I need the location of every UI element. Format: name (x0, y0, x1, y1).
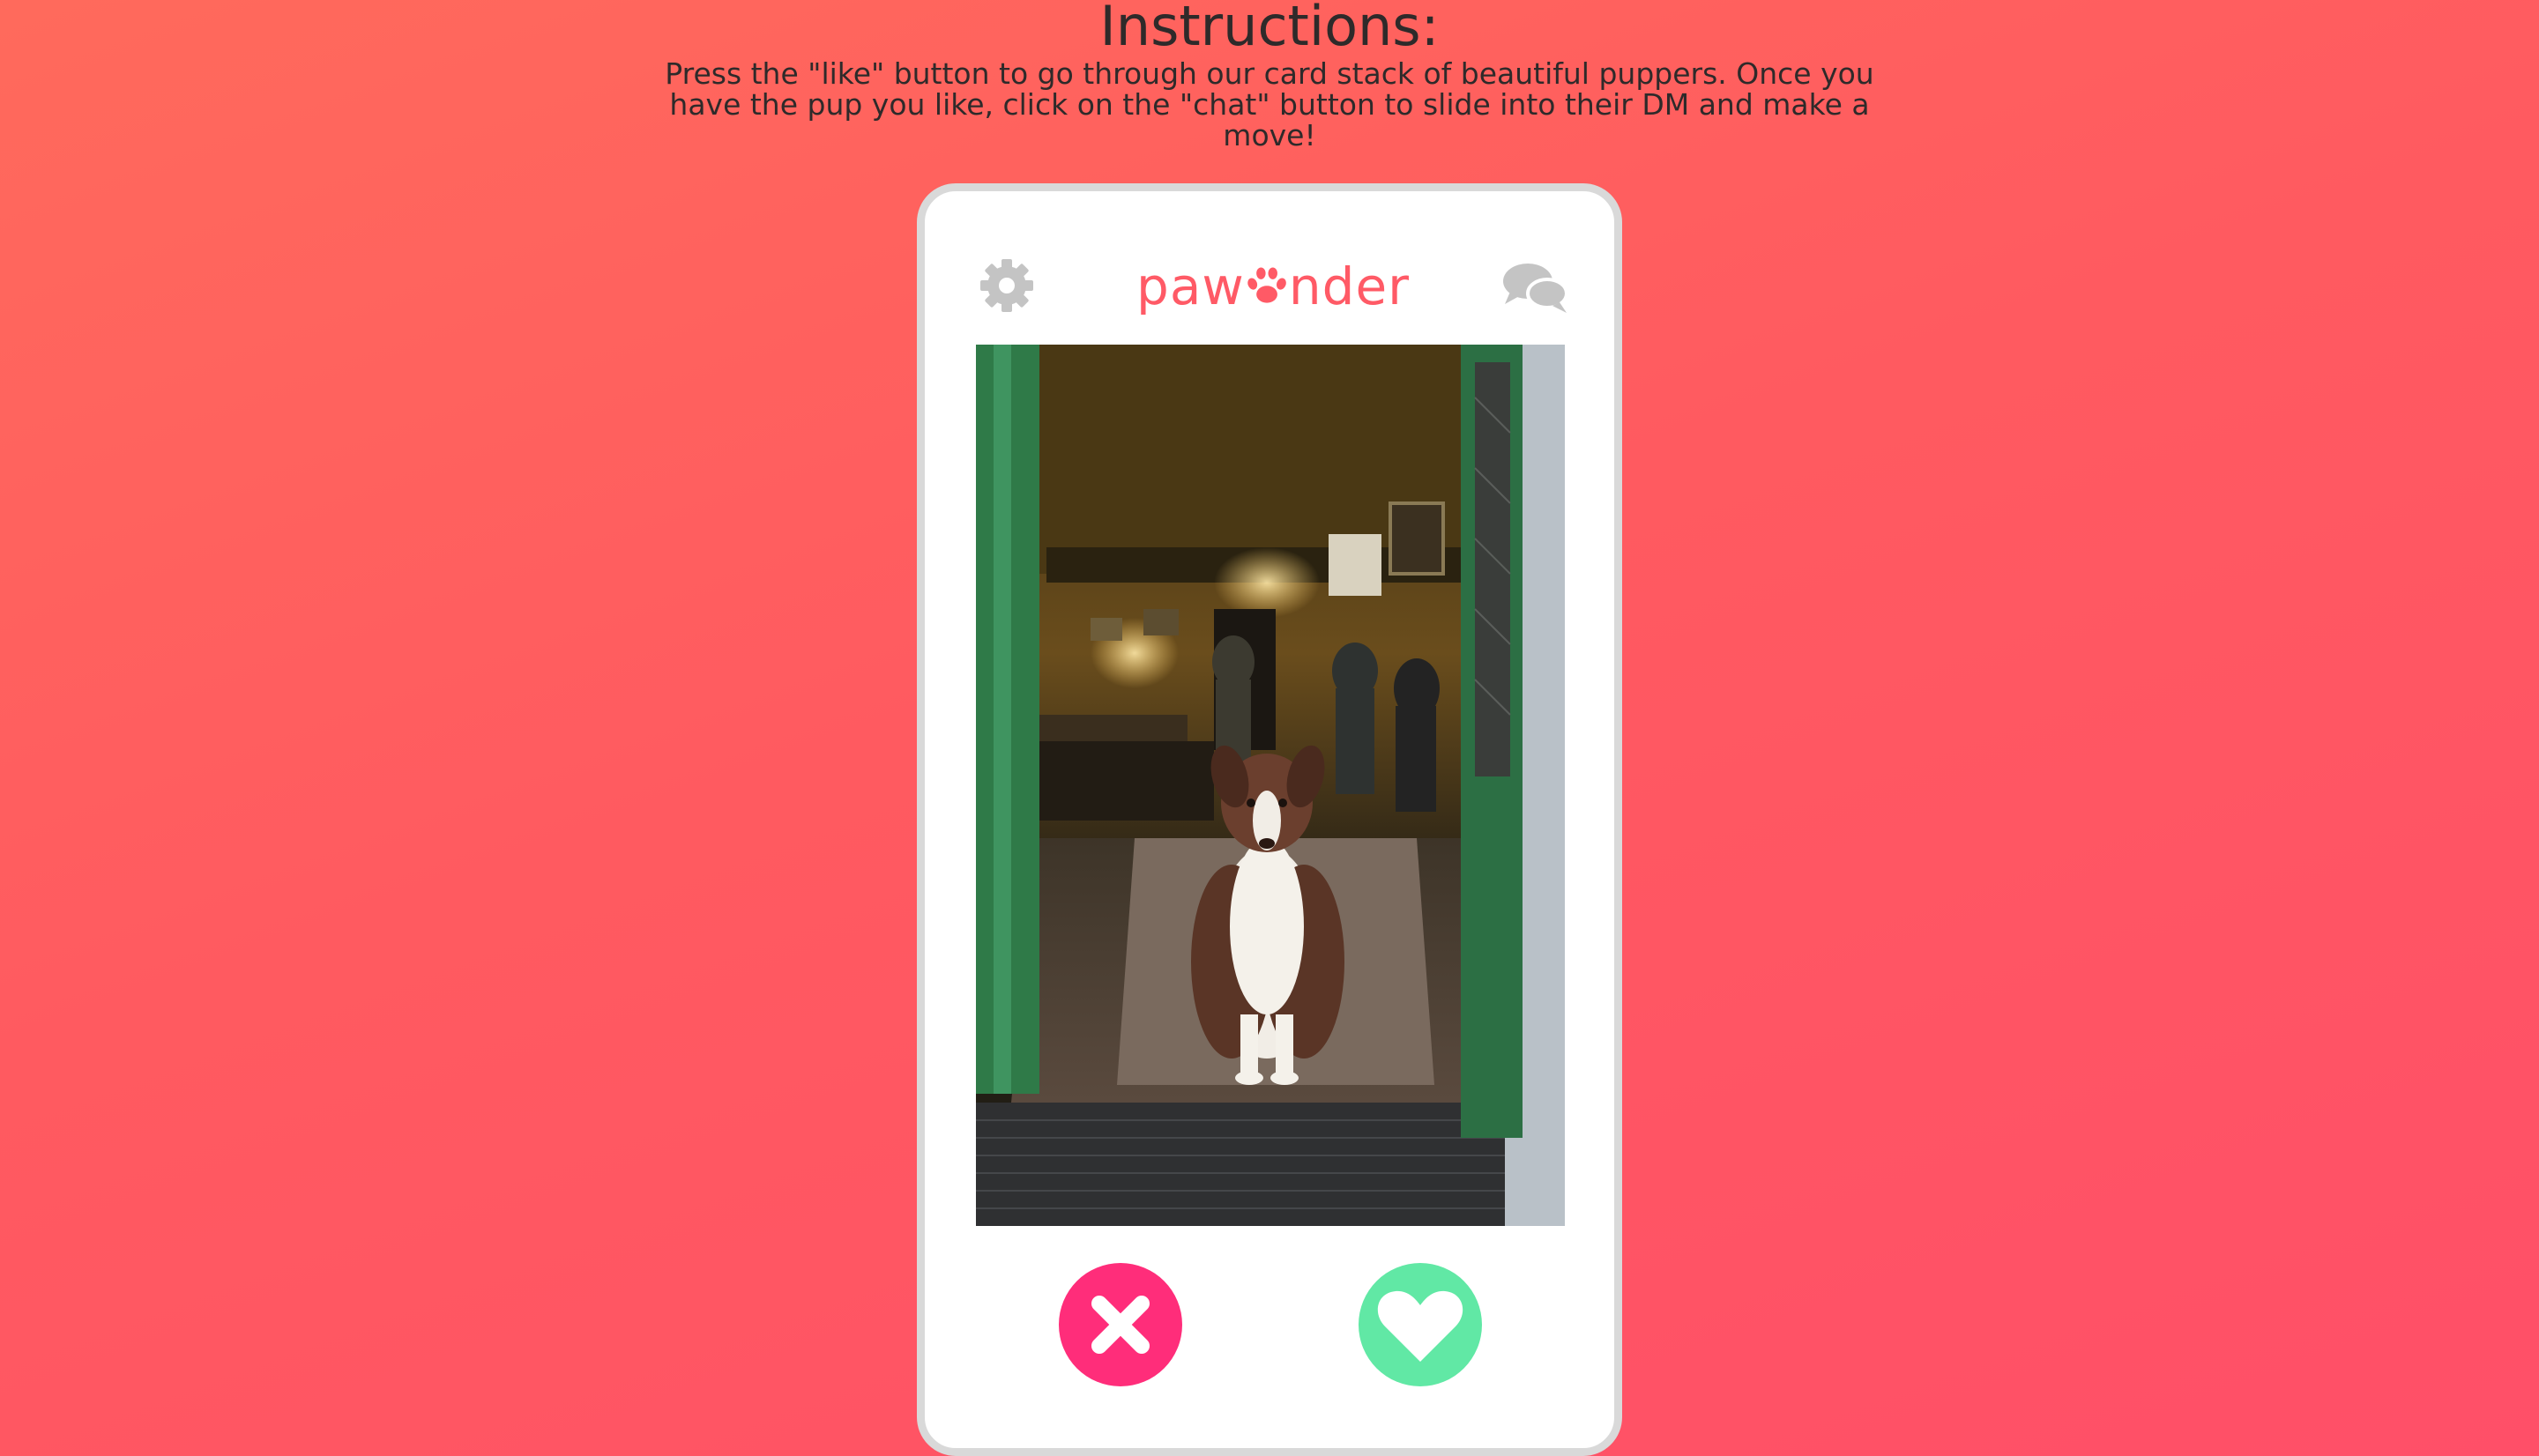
app-header: paw nder (925, 191, 1614, 341)
gear-icon (980, 259, 1033, 312)
instructions: Instructions: Press the "like" button to… (0, 0, 2539, 151)
instructions-text: Press the "like" button to go through ou… (665, 56, 1874, 152)
phone-frame: paw nder (917, 183, 1622, 1456)
chat-bubbles-icon (1503, 264, 1568, 313)
logo-text-right: nder (1288, 256, 1410, 316)
logo-text-left: paw (1136, 256, 1245, 316)
paw-icon (1247, 267, 1286, 303)
instructions-title: Instructions: (1099, 0, 1440, 58)
dog-photo[interactable] (976, 345, 1565, 1226)
heart-icon (1377, 1290, 1463, 1362)
dislike-button[interactable] (1059, 1263, 1182, 1386)
settings-button[interactable] (978, 256, 1036, 315)
app-logo: paw nder (1136, 251, 1410, 322)
dog-photo-image (976, 345, 1565, 1226)
like-button[interactable] (1359, 1263, 1482, 1386)
chat-button[interactable] (1501, 260, 1570, 316)
close-icon (1091, 1296, 1150, 1354)
